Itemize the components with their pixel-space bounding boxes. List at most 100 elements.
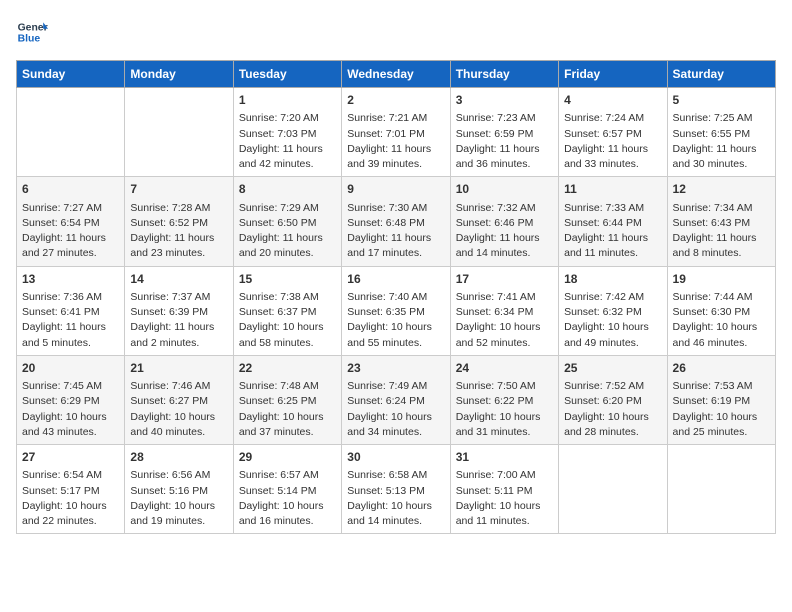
day-number: 3 bbox=[456, 92, 553, 109]
day-info: Sunrise: 7:37 AM bbox=[130, 290, 227, 305]
calendar-cell: 17Sunrise: 7:41 AMSunset: 6:34 PMDayligh… bbox=[450, 266, 558, 355]
day-info: Sunset: 6:46 PM bbox=[456, 216, 553, 231]
day-info: Sunset: 6:20 PM bbox=[564, 394, 661, 409]
day-info: Sunrise: 7:42 AM bbox=[564, 290, 661, 305]
calendar-cell bbox=[125, 88, 233, 177]
day-info: Sunset: 6:34 PM bbox=[456, 305, 553, 320]
day-info: Sunset: 6:27 PM bbox=[130, 394, 227, 409]
day-info: Sunset: 6:24 PM bbox=[347, 394, 444, 409]
day-info: Daylight: 11 hours and 42 minutes. bbox=[239, 142, 336, 172]
day-number: 13 bbox=[22, 271, 119, 288]
calendar-header-row: SundayMondayTuesdayWednesdayThursdayFrid… bbox=[17, 61, 776, 88]
day-info: Sunset: 6:25 PM bbox=[239, 394, 336, 409]
day-info: Daylight: 11 hours and 20 minutes. bbox=[239, 231, 336, 261]
calendar-cell: 23 Sunrise: 7:49 AMSunset: 6:24 PMDayligh… bbox=[342, 355, 450, 444]
day-info: Daylight: 10 hours and 16 minutes. bbox=[239, 499, 336, 529]
calendar-cell: 6Sunrise: 7:27 AMSunset: 6:54 PMDaylight… bbox=[17, 177, 125, 266]
day-info: Daylight: 10 hours and 28 minutes. bbox=[564, 410, 661, 440]
day-info: Sunrise: 7:25 AM bbox=[673, 111, 770, 126]
day-number: 19 bbox=[673, 271, 770, 288]
calendar-cell: 8Sunrise: 7:29 AMSunset: 6:50 PMDaylight… bbox=[233, 177, 341, 266]
day-number: 10 bbox=[456, 181, 553, 198]
column-header-thursday: Thursday bbox=[450, 61, 558, 88]
day-info: Sunrise: 7:20 AM bbox=[239, 111, 336, 126]
day-info: Daylight: 10 hours and 25 minutes. bbox=[673, 410, 770, 440]
day-info: Sunset: 6:55 PM bbox=[673, 127, 770, 142]
day-info: Sunset: 6:35 PM bbox=[347, 305, 444, 320]
day-info: Sunset: 6:57 PM bbox=[564, 127, 661, 142]
calendar-cell: 11Sunrise: 7:33 AMSunset: 6:44 PMDayligh… bbox=[559, 177, 667, 266]
day-info: Daylight: 11 hours and 2 minutes. bbox=[130, 320, 227, 350]
day-info: Daylight: 11 hours and 23 minutes. bbox=[130, 231, 227, 261]
day-number: 20 bbox=[22, 360, 119, 377]
day-info: Sunrise: 7:28 AM bbox=[130, 201, 227, 216]
day-info: Sunrise: 6:57 AM bbox=[239, 468, 336, 483]
calendar-cell: 19Sunrise: 7:44 AMSunset: 6:30 PMDayligh… bbox=[667, 266, 775, 355]
day-info: Sunrise: 7:46 AM bbox=[130, 379, 227, 394]
day-info: Sunrise: 7:30 AM bbox=[347, 201, 444, 216]
day-info: Daylight: 11 hours and 11 minutes. bbox=[564, 231, 661, 261]
day-info: Daylight: 11 hours and 27 minutes. bbox=[22, 231, 119, 261]
day-info: Sunset: 6:52 PM bbox=[130, 216, 227, 231]
day-number: 18 bbox=[564, 271, 661, 288]
calendar-cell: 9Sunrise: 7:30 AMSunset: 6:48 PMDaylight… bbox=[342, 177, 450, 266]
day-info: Sunset: 6:59 PM bbox=[456, 127, 553, 142]
day-info: Sunset: 6:41 PM bbox=[22, 305, 119, 320]
page-header: General Blue bbox=[16, 16, 776, 48]
day-info: Sunrise: 7:27 AM bbox=[22, 201, 119, 216]
calendar-cell: 4Sunrise: 7:24 AMSunset: 6:57 PMDaylight… bbox=[559, 88, 667, 177]
day-info: Sunrise: 7:33 AM bbox=[564, 201, 661, 216]
logo: General Blue bbox=[16, 16, 48, 48]
calendar-cell: 29 Sunrise: 6:57 AMSunset: 5:14 PMDayligh… bbox=[233, 445, 341, 534]
calendar-table: SundayMondayTuesdayWednesdayThursdayFrid… bbox=[16, 60, 776, 534]
calendar-cell bbox=[559, 445, 667, 534]
calendar-cell: 30Sunrise: 6:58 AMSunset: 5:13 PMDayligh… bbox=[342, 445, 450, 534]
day-number: 24 bbox=[456, 360, 553, 377]
svg-text:Blue: Blue bbox=[18, 34, 41, 45]
day-info: Sunset: 5:14 PM bbox=[239, 484, 336, 499]
day-info: Sunset: 5:17 PM bbox=[22, 484, 119, 499]
calendar-cell bbox=[17, 88, 125, 177]
column-header-friday: Friday bbox=[559, 61, 667, 88]
day-number: 12 bbox=[673, 181, 770, 198]
calendar-cell: 20Sunrise: 7:45 AMSunset: 6:29 PMDayligh… bbox=[17, 355, 125, 444]
day-info: Sunset: 6:37 PM bbox=[239, 305, 336, 320]
day-info: Sunset: 6:30 PM bbox=[673, 305, 770, 320]
day-info: Sunrise: 7:34 AM bbox=[673, 201, 770, 216]
column-header-saturday: Saturday bbox=[667, 61, 775, 88]
day-number: 28 bbox=[130, 449, 227, 466]
column-header-sunday: Sunday bbox=[17, 61, 125, 88]
calendar-week-row: 1Sunrise: 7:20 AMSunset: 7:03 PMDaylight… bbox=[17, 88, 776, 177]
calendar-week-row: 6Sunrise: 7:27 AMSunset: 6:54 PMDaylight… bbox=[17, 177, 776, 266]
day-info: Daylight: 11 hours and 33 minutes. bbox=[564, 142, 661, 172]
day-number: 4 bbox=[564, 92, 661, 109]
day-info: Sunrise: 7:49 AM bbox=[347, 379, 444, 394]
day-number: 2 bbox=[347, 92, 444, 109]
day-info: Sunset: 5:11 PM bbox=[456, 484, 553, 499]
day-info: Daylight: 11 hours and 5 minutes. bbox=[22, 320, 119, 350]
calendar-cell: 18Sunrise: 7:42 AMSunset: 6:32 PMDayligh… bbox=[559, 266, 667, 355]
day-info: Daylight: 10 hours and 34 minutes. bbox=[347, 410, 444, 440]
day-info: Daylight: 11 hours and 39 minutes. bbox=[347, 142, 444, 172]
day-number: 16 bbox=[347, 271, 444, 288]
day-info: Sunset: 6:44 PM bbox=[564, 216, 661, 231]
day-info: Daylight: 10 hours and 52 minutes. bbox=[456, 320, 553, 350]
day-info: Sunset: 6:32 PM bbox=[564, 305, 661, 320]
day-info: Sunrise: 7:38 AM bbox=[239, 290, 336, 305]
day-info: Sunrise: 7:44 AM bbox=[673, 290, 770, 305]
day-info: Sunrise: 7:41 AM bbox=[456, 290, 553, 305]
day-number: 23 bbox=[347, 360, 444, 377]
calendar-cell: 22Sunrise: 7:48 AMSunset: 6:25 PMDayligh… bbox=[233, 355, 341, 444]
day-info: Sunset: 6:29 PM bbox=[22, 394, 119, 409]
calendar-cell: 13 Sunrise: 7:36 AMSunset: 6:41 PMDayligh… bbox=[17, 266, 125, 355]
calendar-cell: 14Sunrise: 7:37 AMSunset: 6:39 PMDayligh… bbox=[125, 266, 233, 355]
column-header-wednesday: Wednesday bbox=[342, 61, 450, 88]
day-number: 29 bbox=[239, 449, 336, 466]
day-info: Sunrise: 7:36 AM bbox=[22, 290, 119, 305]
calendar-cell: 26Sunrise: 7:53 AMSunset: 6:19 PMDayligh… bbox=[667, 355, 775, 444]
day-info: Daylight: 10 hours and 43 minutes. bbox=[22, 410, 119, 440]
day-info: Daylight: 10 hours and 37 minutes. bbox=[239, 410, 336, 440]
day-info: Sunrise: 7:50 AM bbox=[456, 379, 553, 394]
day-number: 30 bbox=[347, 449, 444, 466]
day-info: Daylight: 10 hours and 14 minutes. bbox=[347, 499, 444, 529]
